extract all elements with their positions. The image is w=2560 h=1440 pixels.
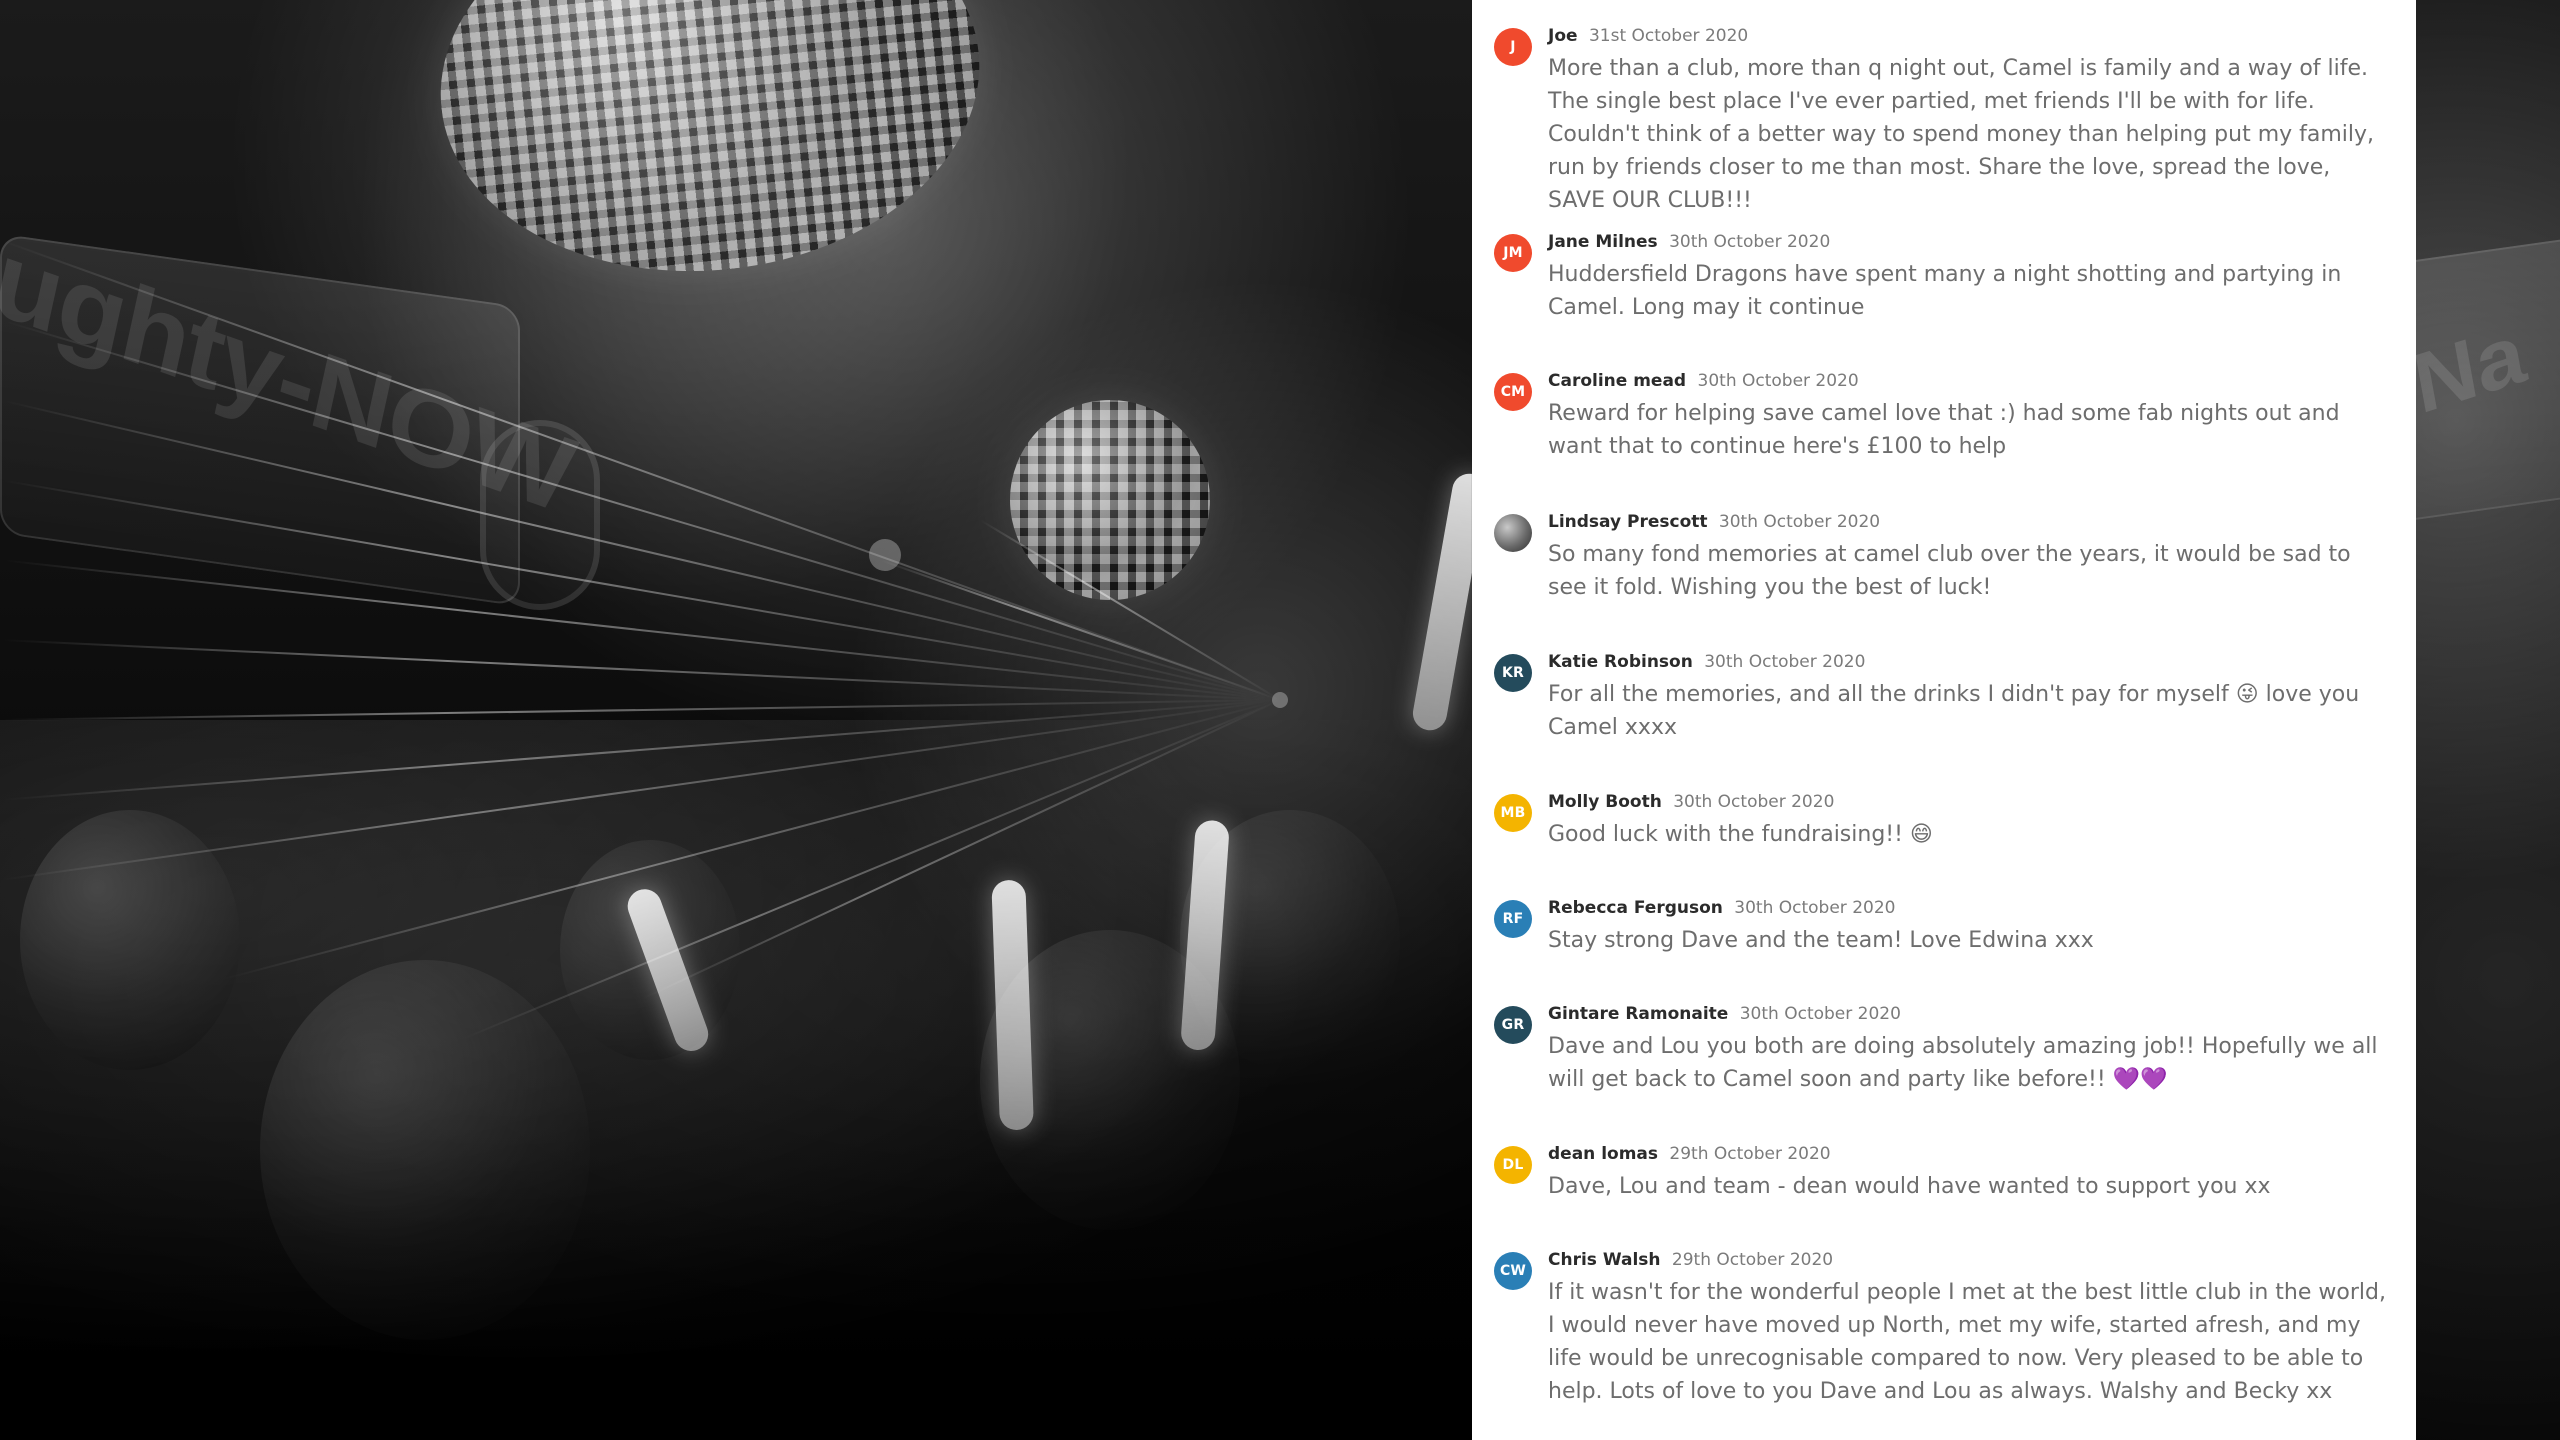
- comment-text: More than a club, more than q night out,…: [1548, 56, 2375, 213]
- avatar-icon: RF: [1494, 900, 1532, 938]
- comment-author: Gintare Ramonaite: [1548, 1004, 1729, 1024]
- avatar-icon: DL: [1494, 1146, 1532, 1184]
- comment-body: Joe 31st October 2020 More than a club, …: [1548, 26, 2394, 217]
- comment-text: Dave and Lou you both are doing absolute…: [1548, 1034, 2378, 1092]
- comment-text: For all the memories, and all the drinks…: [1548, 682, 2360, 740]
- comment-body: Jane Milnes 30th October 2020 Huddersfie…: [1548, 232, 2394, 324]
- comment-author: Caroline mead: [1548, 371, 1687, 391]
- avatar-icon: MB: [1494, 794, 1532, 832]
- comment-date: 30th October 2020: [1718, 512, 1881, 532]
- avatar-icon: JM: [1494, 234, 1532, 272]
- neon-sign-right-text: -Na: [2416, 305, 2532, 442]
- comment-meta: Joe 31st October 2020: [1548, 26, 2394, 46]
- avatar-icon: CW: [1494, 1252, 1532, 1290]
- comment-item: MB Molly Booth 30th October 2020 Good lu…: [1494, 792, 2394, 851]
- nightclub-photo-right: -Na: [2416, 0, 2560, 1440]
- glowstick: [1410, 470, 1472, 733]
- comment-item: RF Rebecca Ferguson 30th October 2020 St…: [1494, 898, 2394, 957]
- comment-date: 30th October 2020: [1734, 898, 1896, 918]
- avatar-icon: J: [1494, 28, 1532, 66]
- comment-date: 29th October 2020: [1669, 1144, 1831, 1164]
- comment-text: Reward for helping save camel love that …: [1548, 401, 2340, 459]
- comment-item: GR Gintare Ramonaite 30th October 2020 D…: [1494, 1004, 2394, 1096]
- comment-item: JM Jane Milnes 30th October 2020 Hudders…: [1494, 232, 2394, 324]
- comment-item: CW Chris Walsh 29th October 2020 If it w…: [1494, 1250, 2394, 1408]
- comment-text: If it wasn't for the wonderful people I …: [1548, 1280, 2386, 1404]
- comment-body: Katie Robinson 30th October 2020 For all…: [1548, 652, 2394, 744]
- comment-text: Huddersfield Dragons have spent many a n…: [1548, 262, 2342, 320]
- comment-item: DL dean lomas 29th October 2020 Dave, Lo…: [1494, 1144, 2394, 1203]
- comment-body: Gintare Ramonaite 30th October 2020 Dave…: [1548, 1004, 2394, 1096]
- comment-author: dean lomas: [1548, 1144, 1659, 1164]
- comment-author: Rebecca Ferguson: [1548, 898, 1723, 918]
- person-head: [20, 810, 240, 1070]
- comment-text: Dave, Lou and team - dean would have wan…: [1548, 1174, 2271, 1199]
- comment-item: Lindsay Prescott 30th October 2020 So ma…: [1494, 512, 2394, 604]
- avatar-icon: KR: [1494, 654, 1532, 692]
- comment-meta: Rebecca Ferguson 30th October 2020: [1548, 898, 2394, 918]
- disco-ball-large: [421, 0, 999, 298]
- avatar-icon: GR: [1494, 1006, 1532, 1044]
- neon-sign-circle: [480, 420, 600, 610]
- crowd: [0, 720, 1472, 1440]
- comment-meta: Jane Milnes 30th October 2020: [1548, 232, 2394, 252]
- comment-author: Lindsay Prescott: [1548, 512, 1708, 532]
- comment-meta: Lindsay Prescott 30th October 2020: [1548, 512, 2394, 532]
- comment-item: KR Katie Robinson 30th October 2020 For …: [1494, 652, 2394, 744]
- comment-author: Joe: [1548, 26, 1578, 46]
- stage: ughty-NOW J Joe 31st October 2020 More t…: [0, 0, 2560, 1440]
- comments-list: J Joe 31st October 2020 More than a club…: [1494, 20, 2394, 1420]
- comment-date: 30th October 2020: [1739, 1004, 1901, 1024]
- comment-meta: Gintare Ramonaite 30th October 2020: [1548, 1004, 2394, 1024]
- comment-author: Chris Walsh: [1548, 1250, 1661, 1270]
- comment-item: CM Caroline mead 30th October 2020 Rewar…: [1494, 371, 2394, 463]
- comment-item: J Joe 31st October 2020 More than a club…: [1494, 26, 2394, 217]
- comment-body: dean lomas 29th October 2020 Dave, Lou a…: [1548, 1144, 2394, 1203]
- neon-sign-right: -Na: [2416, 234, 2560, 526]
- nightclub-photo-left: ughty-NOW: [0, 0, 1472, 1440]
- person-head: [260, 960, 590, 1340]
- comment-meta: Caroline mead 30th October 2020: [1548, 371, 2394, 391]
- comment-date: 31st October 2020: [1588, 26, 1749, 46]
- comment-body: Rebecca Ferguson 30th October 2020 Stay …: [1548, 898, 2394, 957]
- comment-date: 30th October 2020: [1697, 371, 1859, 391]
- comment-meta: Molly Booth 30th October 2020: [1548, 792, 2394, 812]
- comment-meta: Katie Robinson 30th October 2020: [1548, 652, 2394, 672]
- comment-date: 30th October 2020: [1704, 652, 1866, 672]
- comment-body: Molly Booth 30th October 2020 Good luck …: [1548, 792, 2394, 851]
- comment-body: Lindsay Prescott 30th October 2020 So ma…: [1548, 512, 2394, 604]
- comment-text: Good luck with the fundraising!! 😄: [1548, 822, 1933, 847]
- comment-author: Katie Robinson: [1548, 652, 1693, 672]
- avatar-icon: CM: [1494, 373, 1532, 411]
- comments-panel: J Joe 31st October 2020 More than a club…: [1472, 0, 2416, 1440]
- disco-ball-small: [1010, 400, 1210, 600]
- comment-text: Stay strong Dave and the team! Love Edwi…: [1548, 928, 2094, 953]
- comment-body: Chris Walsh 29th October 2020 If it wasn…: [1548, 1250, 2394, 1408]
- comment-author: Molly Booth: [1548, 792, 1662, 812]
- comment-date: 29th October 2020: [1671, 1250, 1834, 1270]
- comment-date: 30th October 2020: [1673, 792, 1835, 812]
- comment-meta: Chris Walsh 29th October 2020: [1548, 1250, 2394, 1270]
- comment-author: Jane Milnes: [1548, 232, 1658, 252]
- comment-body: Caroline mead 30th October 2020 Reward f…: [1548, 371, 2394, 463]
- neon-sign-left: ughty-NOW: [0, 217, 583, 607]
- comment-date: 30th October 2020: [1669, 232, 1831, 252]
- avatar-photo-icon: [1494, 514, 1532, 552]
- comment-text: So many fond memories at camel club over…: [1548, 542, 2351, 600]
- comment-meta: dean lomas 29th October 2020: [1548, 1144, 2394, 1164]
